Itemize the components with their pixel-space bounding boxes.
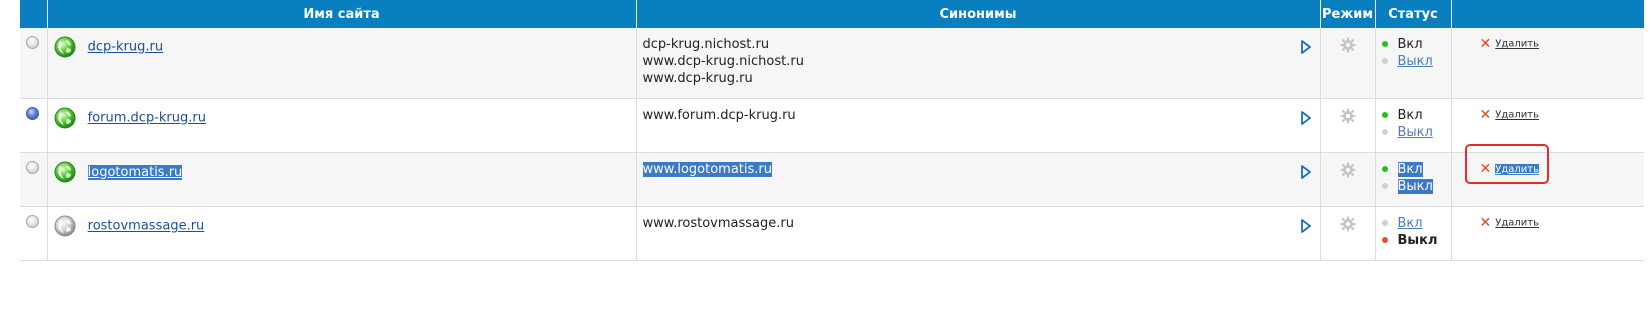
- synonyms-cell: www.rostovmassage.ru: [636, 206, 1321, 261]
- status-on-dot-icon: [1381, 41, 1388, 47]
- delete-link[interactable]: Удалить: [1495, 39, 1539, 50]
- gear-icon[interactable]: [1340, 216, 1356, 232]
- actions-cell: ✕ Удалить: [1451, 206, 1644, 261]
- sites-table: Имя сайта Синонимы Режим Статус dcp-krug…: [20, 0, 1644, 261]
- cross-icon[interactable]: ✕: [1480, 36, 1492, 52]
- mode-cell: [1320, 98, 1376, 153]
- status-cell: Вкл Выкл: [1375, 98, 1452, 153]
- status-on-label: Вкл: [1397, 162, 1423, 177]
- status-off-link[interactable]: Выкл: [1398, 54, 1433, 69]
- mode-cell: [1320, 206, 1376, 261]
- select-cell: [20, 206, 48, 261]
- table-row: forum.dcp-krug.ru www.forum.dcp-krug.ru: [20, 98, 1644, 153]
- status-cell: Вкл Выкл: [1375, 28, 1452, 99]
- site-link[interactable]: logotomatis.ru: [87, 164, 183, 180]
- status-off-label: Выкл: [1397, 233, 1438, 248]
- synonyms-cell: www.forum.dcp-krug.ru: [636, 98, 1321, 153]
- synonym-item: www.logotomatis.ru: [642, 162, 772, 177]
- play-arrow-icon[interactable]: [1300, 165, 1312, 179]
- status-off-dot-icon: [1381, 237, 1388, 243]
- mode-cell: [1320, 152, 1376, 207]
- status-on-dot-icon: [1381, 112, 1388, 118]
- header-status[interactable]: Статус: [1375, 0, 1452, 28]
- status-on-label: Вкл: [1397, 37, 1423, 52]
- select-cell: [20, 98, 48, 153]
- status-off-link[interactable]: Выкл: [1397, 179, 1433, 194]
- delete-link[interactable]: Удалить: [1495, 218, 1539, 229]
- play-arrow-icon[interactable]: [1300, 111, 1312, 125]
- table-row: dcp-krug.ru dcp-krug.nichost.ru www.dcp-…: [20, 28, 1644, 99]
- gear-icon[interactable]: [1340, 108, 1356, 124]
- site-link[interactable]: dcp-krug.ru: [88, 40, 163, 55]
- site-name-cell: forum.dcp-krug.ru: [47, 98, 637, 153]
- cross-icon[interactable]: ✕: [1480, 161, 1492, 177]
- header-synonyms[interactable]: Синонимы: [636, 0, 1321, 28]
- status-on-dot-icon: [1381, 166, 1388, 172]
- synonyms-cell: www.logotomatis.ru: [636, 152, 1321, 207]
- play-arrow-icon[interactable]: [1300, 219, 1312, 233]
- site-link[interactable]: rostovmassage.ru: [88, 219, 205, 234]
- status-off-dot-icon: [1381, 129, 1388, 135]
- site-name-cell: rostovmassage.ru: [47, 206, 637, 261]
- delete-link[interactable]: Удалить: [1495, 163, 1539, 175]
- actions-cell: ✕ Удалить: [1451, 28, 1644, 99]
- play-arrow-icon[interactable]: [1300, 40, 1312, 54]
- globe-icon: [54, 215, 75, 237]
- status-cell: Вкл Выкл: [1375, 152, 1452, 207]
- gear-icon[interactable]: [1340, 162, 1356, 178]
- cross-icon[interactable]: ✕: [1480, 215, 1492, 231]
- radio-button-icon[interactable]: [26, 107, 39, 120]
- status-off-dot-icon: [1381, 183, 1388, 189]
- synonym-item: www.dcp-krug.ru: [642, 71, 753, 86]
- select-cell: [20, 152, 48, 207]
- header-mode[interactable]: Режим: [1320, 0, 1376, 28]
- globe-icon: [54, 36, 75, 58]
- synonyms-cell: dcp-krug.nichost.ru www.dcp-krug.nichost…: [636, 28, 1321, 99]
- status-on-link[interactable]: Вкл: [1398, 216, 1423, 231]
- header-actions: [1451, 0, 1644, 28]
- globe-icon: [54, 107, 75, 129]
- select-cell: [20, 28, 48, 99]
- site-name-cell: logotomatis.ru: [47, 152, 637, 207]
- actions-cell: ✕ Удалить: [1451, 98, 1644, 153]
- gear-icon[interactable]: [1340, 37, 1356, 53]
- sites-panel: Имя сайта Синонимы Режим Статус dcp-krug…: [20, 0, 1644, 261]
- synonym-item: dcp-krug.nichost.ru: [642, 37, 770, 52]
- site-link[interactable]: forum.dcp-krug.ru: [88, 111, 206, 126]
- synonym-item: www.forum.dcp-krug.ru: [642, 108, 796, 123]
- globe-icon: [54, 161, 75, 183]
- table-header-row: Имя сайта Синонимы Режим Статус: [20, 0, 1644, 28]
- status-off-dot-icon: [1381, 58, 1388, 64]
- radio-button-icon[interactable]: [26, 215, 39, 228]
- table-row: rostovmassage.ru www.rostovmassage.ru Вк…: [20, 206, 1644, 261]
- radio-button-icon[interactable]: [26, 36, 39, 49]
- synonym-item: www.dcp-krug.nichost.ru: [642, 54, 804, 69]
- header-site-name[interactable]: Имя сайта: [47, 0, 637, 28]
- radio-button-icon[interactable]: [26, 161, 39, 174]
- status-on-dot-icon: [1381, 220, 1388, 226]
- site-name-cell: dcp-krug.ru: [47, 28, 637, 99]
- cross-icon[interactable]: ✕: [1480, 107, 1492, 123]
- synonym-item: www.rostovmassage.ru: [642, 216, 794, 231]
- status-off-link[interactable]: Выкл: [1398, 125, 1433, 140]
- mode-cell: [1320, 28, 1376, 99]
- table-row: logotomatis.ru www.logotomatis.ru Вкл Вы…: [20, 144, 1644, 207]
- actions-cell: ✕ Удалить: [1451, 144, 1644, 207]
- delete-link[interactable]: Удалить: [1495, 110, 1539, 121]
- header-select: [20, 0, 48, 28]
- status-on-label: Вкл: [1397, 108, 1423, 123]
- status-cell: Вкл Выкл: [1375, 206, 1452, 261]
